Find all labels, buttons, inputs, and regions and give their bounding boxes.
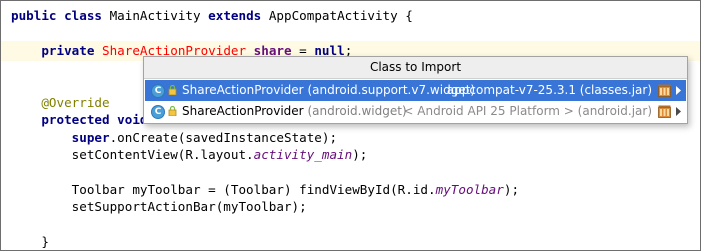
code-token: private [41, 42, 103, 58]
popup-title: Class to Import [144, 57, 687, 79]
import-option-android-widget[interactable]: C ShareActionProvider (android.widget) <… [145, 101, 686, 122]
class-to-import-popup: Class to Import C ShareActionProvider (a… [143, 56, 688, 124]
code-token: setContentView(R.layout. [11, 147, 254, 163]
code-line[interactable]: } [1, 232, 700, 250]
code-token: extends [208, 8, 269, 23]
import-library: < Android API 25 Platform > (android.jar… [403, 104, 652, 118]
code-token: activity_main [253, 147, 353, 163]
import-option-support-v7[interactable]: C ShareActionProvider (android.support.v… [145, 80, 686, 101]
code-token: ); [503, 182, 520, 197]
code-token: MainActivity [109, 8, 209, 23]
code-token: myToolbar [435, 182, 504, 197]
code-token: Toolbar myToolbar = (Toolbar) findViewBy… [11, 182, 436, 197]
code-token: public class [11, 8, 110, 23]
lock-icon [168, 85, 177, 95]
import-class-name: ShareActionProvider [182, 104, 304, 118]
lock-icon [168, 106, 177, 116]
code-token: super [71, 129, 110, 145]
jar-library-icon [658, 105, 671, 118]
code-editor[interactable]: public class MainActivity extends AppCom… [0, 0, 701, 251]
code-token: @Override [41, 95, 110, 110]
jar-library-icon [658, 84, 671, 97]
code-token: AppCompatActivity { [268, 8, 413, 23]
code-token: .onCreate(savedInstanceState); [109, 129, 338, 145]
code-token: protected void [41, 112, 156, 128]
class-icon: C [151, 105, 165, 119]
import-library: appcompat-v7-25.3.1 (classes.jar) [446, 83, 652, 97]
code-token: setSupportActionBar(myToolbar); [11, 199, 307, 215]
chevron-right-icon[interactable] [675, 101, 683, 122]
chevron-right-icon[interactable] [675, 80, 683, 101]
import-class-name: ShareActionProvider [182, 83, 304, 97]
code-token: } [11, 234, 49, 250]
class-icon: C [151, 84, 165, 98]
import-package: (android.widget) [307, 104, 407, 118]
code-token: ); [352, 147, 368, 163]
